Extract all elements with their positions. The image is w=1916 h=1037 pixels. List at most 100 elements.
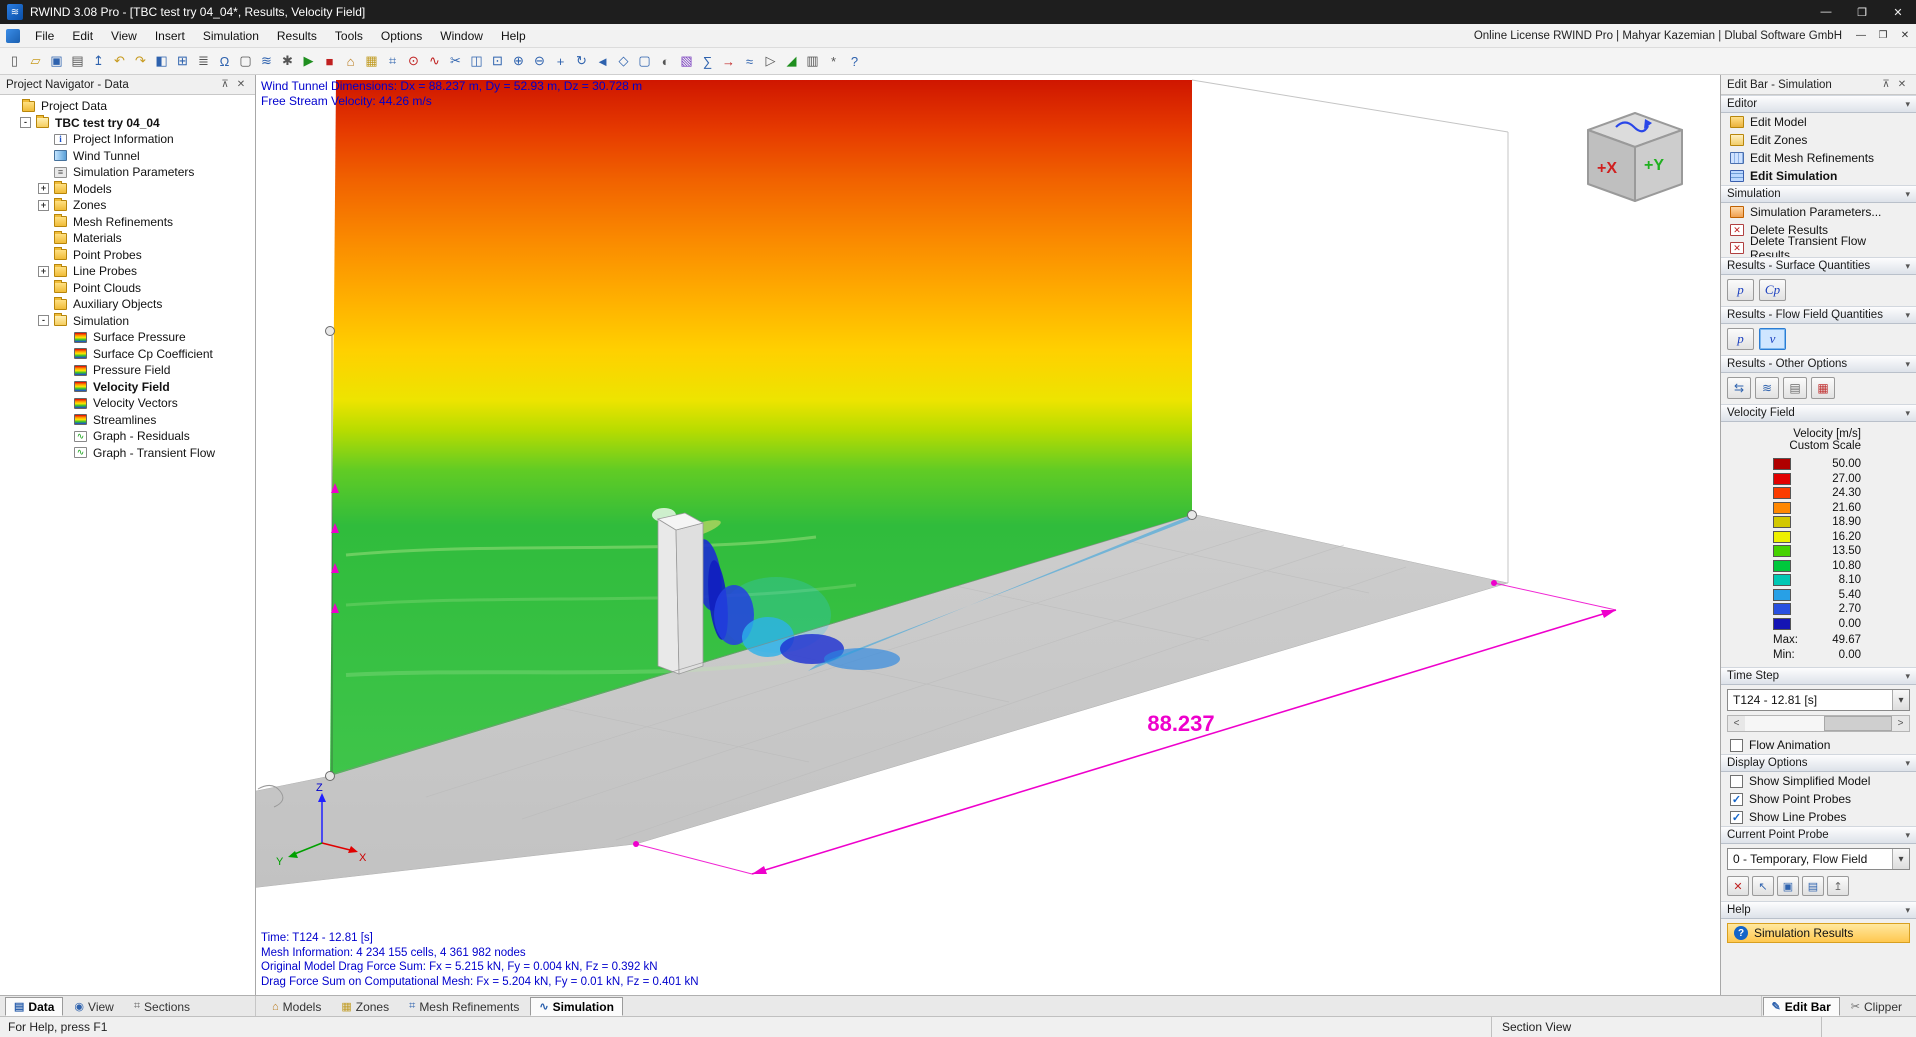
print-icon[interactable]: ▤	[67, 50, 88, 72]
tree-expander[interactable]	[38, 183, 49, 195]
stop-simulation-icon[interactable]: ■	[319, 50, 340, 72]
zoom-out-icon[interactable]: ⊖	[529, 50, 550, 72]
tables-icon[interactable]: ⊞	[172, 50, 193, 72]
menu-item[interactable]: View	[102, 24, 146, 47]
display-option[interactable]: Show Line Probes	[1721, 808, 1916, 826]
menu-item[interactable]: Insert	[146, 24, 194, 47]
redo-icon[interactable]: ↷	[130, 50, 151, 72]
pick-probe-icon[interactable]: ↖	[1752, 876, 1774, 896]
tree-item[interactable]: Point Probes	[0, 247, 255, 264]
tree-item[interactable]: Surface Pressure	[0, 329, 255, 346]
zoom-in-icon[interactable]: ⊕	[508, 50, 529, 72]
previous-view-icon[interactable]: ◄	[592, 50, 613, 72]
tree-item[interactable]: Project Data	[0, 98, 255, 115]
menu-item[interactable]: Tools	[326, 24, 372, 47]
graph-icon[interactable]: ◢	[781, 50, 802, 72]
close-icon[interactable]: ✕	[1894, 79, 1910, 90]
tree-item[interactable]: Models	[0, 181, 255, 198]
editbar-item[interactable]: Delete Transient Flow Results...	[1721, 234, 1916, 262]
help-icon[interactable]: ?	[844, 50, 865, 72]
tree-item[interactable]: Zones	[0, 197, 255, 214]
flow-animation-option[interactable]: Flow Animation	[1721, 736, 1916, 754]
display-option[interactable]: Show Point Probes	[1721, 790, 1916, 808]
pan-icon[interactable]: +	[550, 50, 571, 72]
line-probe-icon[interactable]: ∿	[424, 50, 445, 72]
tree-item[interactable]: Graph - Transient Flow	[0, 445, 255, 462]
tree-item[interactable]: Graph - Residuals	[0, 428, 255, 445]
menu-item[interactable]: Simulation	[194, 24, 268, 47]
quantity-button[interactable]: v	[1759, 328, 1786, 350]
menu-item[interactable]: Help	[492, 24, 535, 47]
section-header-simulation[interactable]: Simulation ▾	[1721, 185, 1916, 203]
tree-item[interactable]: Velocity Vectors	[0, 395, 255, 412]
chevron-down-icon[interactable]: ▾	[1905, 408, 1910, 419]
chevron-down-icon[interactable]: ▾	[1905, 905, 1910, 916]
pin-icon[interactable]: ⊼	[1878, 79, 1894, 90]
export-icon[interactable]: ↥	[88, 50, 109, 72]
save-icon[interactable]: ▣	[46, 50, 67, 72]
new-file-icon[interactable]: ▯	[4, 50, 25, 72]
clipper-icon[interactable]: ✂	[445, 50, 466, 72]
building-model[interactable]	[656, 512, 705, 675]
simulation-parameters-icon[interactable]: ✱	[277, 50, 298, 72]
chevron-down-icon[interactable]: ▾	[1905, 359, 1910, 370]
workspace-tab[interactable]: ▦ Zones	[332, 997, 398, 1016]
panel-tab[interactable]: ✎ Edit Bar	[1762, 997, 1840, 1016]
point-probe-select[interactable]: 0 - Temporary, Flow Field ▾	[1727, 848, 1910, 870]
result-table-icon[interactable]: ▦	[1811, 377, 1835, 399]
undo-icon[interactable]: ↶	[109, 50, 130, 72]
navigator-tab[interactable]: ▤ Data	[5, 997, 64, 1016]
menu-item[interactable]: File	[26, 24, 63, 47]
editbar-item[interactable]: Edit Model	[1721, 113, 1916, 131]
plane-handle[interactable]	[1187, 510, 1197, 520]
rotate-view-icon[interactable]: ↻	[571, 50, 592, 72]
close-button[interactable]: ✕	[1880, 0, 1916, 24]
result-values-icon[interactable]: ∑	[697, 50, 718, 72]
section-header-time-step[interactable]: Time Step ▾	[1721, 667, 1916, 685]
transfer-results-icon[interactable]: ⇆	[1727, 377, 1751, 399]
units-icon[interactable]: Ω	[214, 50, 235, 72]
isometric-view-icon[interactable]: ◇	[613, 50, 634, 72]
probe-export-icon[interactable]: ↥	[1827, 876, 1849, 896]
menu-item[interactable]: Window	[431, 24, 492, 47]
chevron-down-icon[interactable]: ▾	[1905, 671, 1910, 682]
checkbox[interactable]	[1730, 774, 1743, 788]
render-mode-icon[interactable]: ◐	[655, 50, 676, 72]
tree-item[interactable]: Materials	[0, 230, 255, 247]
help-link-row[interactable]: ? Simulation Results	[1727, 923, 1910, 943]
tree-item[interactable]: Wind Tunnel	[0, 148, 255, 165]
checkbox[interactable]	[1730, 792, 1743, 806]
scroll-thumb[interactable]	[1824, 716, 1892, 731]
panel-tab[interactable]: ✂ Clipper	[1842, 997, 1911, 1016]
plane-handle[interactable]	[325, 771, 335, 781]
minimize-button[interactable]: —	[1808, 0, 1844, 24]
layers-icon[interactable]: ≋	[1755, 377, 1779, 399]
comment-icon[interactable]: ▢	[235, 50, 256, 72]
flow-animation-checkbox[interactable]	[1730, 738, 1743, 752]
save-probe-icon[interactable]: ▣	[1777, 876, 1799, 896]
mesh-icon[interactable]: ⌗	[382, 50, 403, 72]
section-header-editor[interactable]: Editor ▾	[1721, 95, 1916, 113]
tree-item[interactable]: TBC test try 04_04	[0, 115, 255, 132]
delete-probe-icon[interactable]: ✕	[1727, 876, 1749, 896]
workspace-tab[interactable]: ⌂ Models	[263, 997, 330, 1016]
probe-table-icon[interactable]: ▤	[1802, 876, 1824, 896]
settings-icon[interactable]: *	[823, 50, 844, 72]
tree-item[interactable]: Simulation	[0, 313, 255, 330]
quantity-button[interactable]: Cp	[1759, 279, 1786, 301]
display-option[interactable]: Show Simplified Model	[1721, 772, 1916, 790]
editbar-item[interactable]: Simulation Parameters...	[1721, 203, 1916, 221]
tree-item[interactable]: Project Information	[0, 131, 255, 148]
tree-item[interactable]: Point Clouds	[0, 280, 255, 297]
chevron-down-icon[interactable]: ▾	[1892, 849, 1909, 869]
tree-item[interactable]: Pressure Field	[0, 362, 255, 379]
scroll-track[interactable]	[1745, 716, 1892, 731]
scroll-left-button[interactable]: <	[1728, 716, 1745, 731]
chevron-down-icon[interactable]: ▾	[1905, 310, 1910, 321]
menu-item[interactable]: Results	[268, 24, 326, 47]
point-probe-icon[interactable]: ⊙	[403, 50, 424, 72]
plane-handle[interactable]	[325, 326, 335, 336]
tree-expander[interactable]	[38, 315, 49, 327]
chevron-down-icon[interactable]: ▾	[1905, 189, 1910, 200]
tree-expander[interactable]	[38, 265, 49, 277]
